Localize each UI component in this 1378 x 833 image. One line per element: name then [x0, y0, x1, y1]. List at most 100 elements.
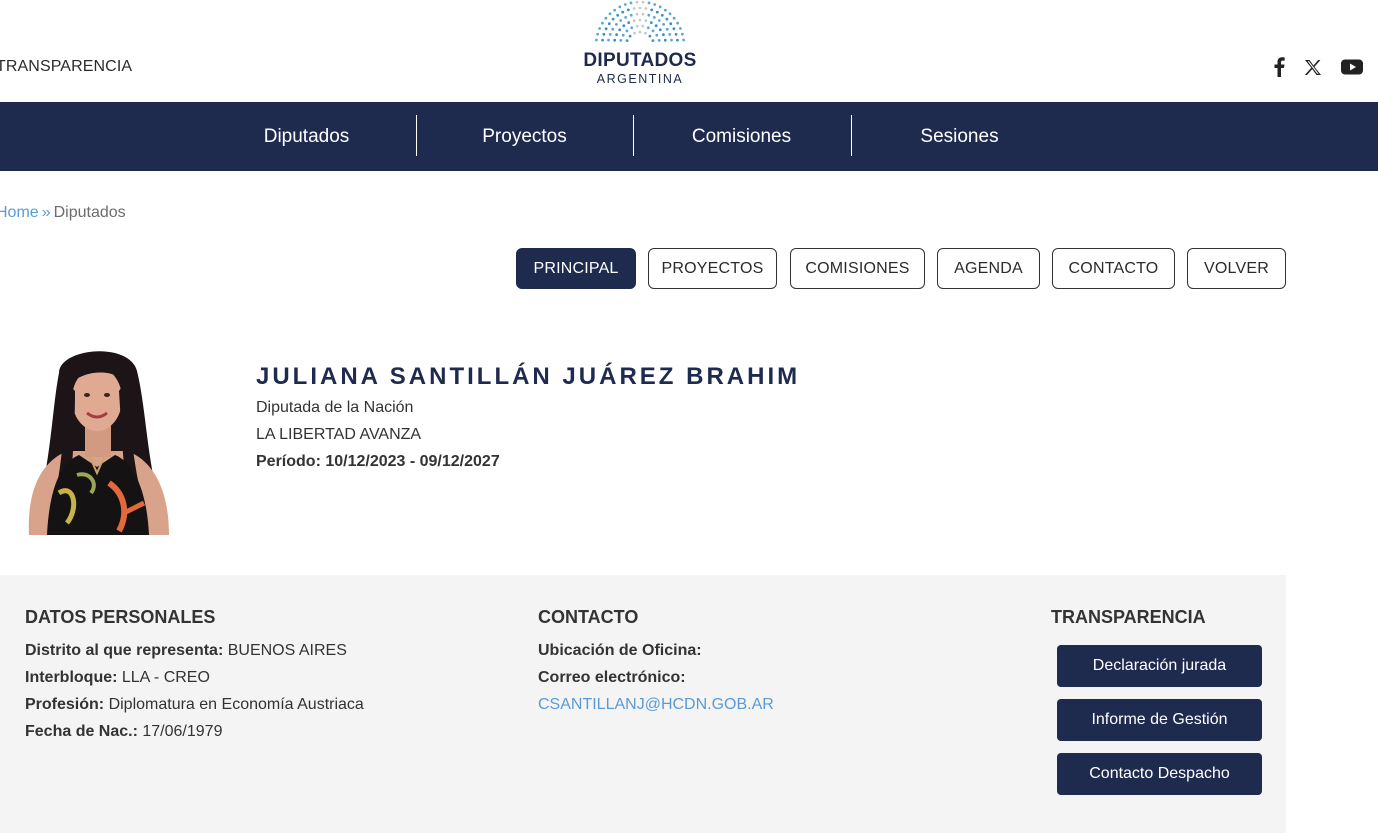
logo-seat-dot: [644, 19, 648, 23]
logo-seat-dot: [647, 13, 651, 17]
profession-value: Diplomatura en Economía Austriaca: [104, 696, 364, 713]
logo-seat-dot: [613, 8, 616, 12]
logo-seat-dot: [616, 13, 620, 17]
logo-seat-dot: [607, 38, 610, 42]
logo-seat-dot: [596, 32, 599, 36]
logo-seat-dot: [619, 39, 623, 42]
email-line: Correo electrónico:: [538, 669, 686, 687]
logo-seat-dot: [662, 23, 665, 26]
transparency-title: TRANSPARENCIA: [1051, 607, 1206, 627]
office-line: Ubicación de Oficina:: [538, 642, 702, 660]
sworn-declaration-button[interactable]: Declaración jurada: [1057, 645, 1262, 687]
diputados-logo[interactable]: DIPUTADOS ARGENTINA: [578, 0, 702, 96]
logo-seat-dot: [623, 3, 627, 6]
logo-seat-dot: [644, 7, 648, 10]
facebook-icon[interactable]: [1268, 56, 1290, 78]
deputy-party: LA LIBERTAD AVANZA: [256, 426, 422, 443]
district-value: BUENOS AIRES: [223, 642, 347, 659]
logo-seat-dot: [608, 33, 612, 36]
birthdate-label: Fecha de Nac.:: [25, 723, 138, 740]
logo-seat-dot: [641, 12, 645, 16]
tab-principal[interactable]: PRINCIPAL: [516, 248, 636, 289]
youtube-icon[interactable]: [1341, 56, 1363, 78]
logo-seat-dot: [652, 16, 656, 19]
email-link[interactable]: CSANTILLANJ@HCDN.GOB.AR: [538, 696, 774, 714]
logo-seat-dot: [601, 21, 604, 25]
tab-contacto[interactable]: CONTACTO: [1052, 248, 1175, 289]
logo-seat-dot: [628, 34, 632, 38]
logo-seat-dot: [630, 26, 634, 30]
logo-seat-dot: [615, 33, 618, 37]
tab-proyectos[interactable]: PROYECTOS: [648, 248, 777, 289]
logo-seat-dot: [665, 27, 669, 31]
nav-item-diputados[interactable]: Diputados: [198, 102, 415, 171]
logo-subtitle: ARGENTINA: [596, 72, 684, 86]
breadcrumb-current: Diputados: [53, 204, 126, 221]
logo-seat-dot: [618, 28, 622, 32]
logo-seat-dot: [641, 0, 645, 4]
office-label: Ubicación de Oficina:: [538, 642, 702, 659]
logo-seat-dot: [647, 1, 651, 5]
logo-seat-dot: [629, 1, 633, 5]
logo-seat-dot: [619, 19, 623, 22]
logo-seat-dot: [658, 5, 662, 9]
nav-item-proyectos[interactable]: Proyectos: [416, 102, 633, 171]
deputy-photo: [19, 343, 175, 535]
main-navigation: Diputados Proyectos Comisiones Sesiones: [0, 102, 1378, 171]
logo-seat-dot: [655, 10, 659, 14]
profession-line: Profesión: Diplomatura en Economía Austr…: [25, 696, 364, 714]
logo-seat-dot: [654, 24, 658, 28]
logo-seat-dot: [641, 24, 645, 28]
logo-seat-dot: [615, 23, 618, 26]
tab-volver[interactable]: VOLVER: [1187, 248, 1286, 289]
logo-seat-dot: [657, 39, 661, 42]
logo-seat-dot: [669, 22, 673, 26]
logo-seat-dot: [672, 16, 676, 20]
logo-seat-dot: [657, 19, 661, 22]
logo-seat-dot: [650, 8, 654, 12]
nav-item-sesiones[interactable]: Sesiones: [851, 102, 1068, 171]
logo-seat-dot: [635, 12, 639, 16]
logo-seat-dot: [621, 33, 625, 37]
bloc-line: Interbloque: LLA - CREO: [25, 669, 210, 687]
logo-seat-dot: [625, 39, 629, 42]
email-label: Correo electrónico:: [538, 669, 686, 686]
logo-seat-dot: [653, 3, 657, 6]
x-icon[interactable]: [1302, 56, 1324, 78]
district-line: Distrito al que representa: BUENOS AIRES: [25, 642, 347, 660]
deputy-name: JULIANA SANTILLÁN JUÁREZ BRAHIM: [256, 363, 801, 390]
site-header: TRANSPARENCIA DIPUTADOS ARGENTINA: [0, 0, 1378, 102]
logo-seat-dot: [651, 29, 655, 33]
logo-seat-dot: [608, 12, 612, 16]
logo-seat-dot: [633, 31, 636, 35]
logo-seat-dot: [644, 31, 647, 35]
logo-seat-dot: [655, 33, 659, 37]
logo-seat-dot: [651, 39, 655, 42]
logo-seat-dot: [662, 33, 665, 37]
tab-agenda[interactable]: AGENDA: [937, 248, 1040, 289]
logo-seat-dot: [676, 38, 679, 42]
profession-label: Profesión:: [25, 696, 105, 713]
logo-seat-dot: [682, 38, 685, 42]
logo-seat-dot: [635, 24, 639, 28]
logo-seat-dot: [598, 27, 601, 30]
logo-seat-dot: [632, 7, 636, 10]
logo-seat-dot: [627, 21, 631, 24]
management-report-button[interactable]: Informe de Gestión: [1057, 699, 1262, 741]
logo-seat-dot: [629, 13, 633, 17]
transparency-link[interactable]: TRANSPARENCIA: [0, 58, 132, 76]
birthdate-value: 17/06/1979: [137, 723, 223, 740]
office-contact-button[interactable]: Contacto Despacho: [1057, 753, 1262, 795]
logo-seat-dot: [607, 22, 611, 26]
logo-seat-dot: [621, 10, 625, 14]
logo-seat-dot: [622, 24, 626, 28]
logo-seat-dot: [638, 6, 642, 10]
tab-comisiones[interactable]: COMISIONES: [790, 248, 925, 289]
logo-seat-dot: [601, 38, 604, 42]
logo-seat-dot: [618, 5, 622, 9]
nav-item-comisiones[interactable]: Comisiones: [633, 102, 850, 171]
logo-seat-dot: [635, 0, 639, 4]
logo-seat-dot: [670, 38, 673, 42]
breadcrumb-home-link[interactable]: Home: [0, 204, 39, 221]
contact-title: CONTACTO: [538, 607, 639, 627]
